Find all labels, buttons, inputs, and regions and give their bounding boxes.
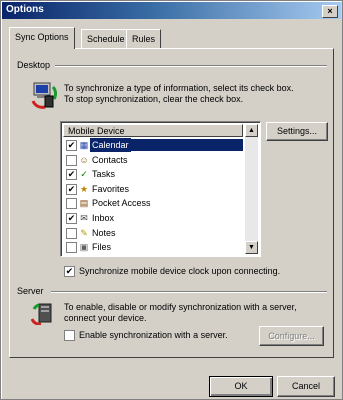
server-separator — [51, 291, 327, 293]
list-item-label: Calendar — [90, 138, 131, 152]
server-description-line2: connect your device. — [64, 313, 147, 323]
server-group-label: Server — [17, 286, 44, 296]
list-item-label: Contacts — [92, 154, 128, 165]
list-item-notes[interactable]: ✎ Notes — [63, 226, 244, 241]
list-item-contacts[interactable]: ☺ Contacts — [63, 153, 244, 168]
options-dialog: Options × Sync Options Schedule Rules De… — [0, 0, 343, 400]
desktop-separator — [55, 65, 327, 67]
list-item-label: Pocket Access — [92, 198, 151, 209]
contacts-icon: ☺ — [79, 154, 89, 165]
enable-server-sync-label[interactable]: Enable synchronization with a server. — [79, 330, 228, 340]
desktop-description-line1: To synchronize a type of information, se… — [64, 83, 294, 93]
list-item-calendar[interactable]: ✔ ▦ Calendar — [63, 138, 244, 153]
list-item-label: Favorites — [92, 183, 130, 194]
item-checkbox[interactable] — [66, 242, 77, 254]
sync-clock-label[interactable]: Synchronize mobile device clock upon con… — [79, 266, 280, 276]
server-sync-icon — [31, 303, 52, 325]
list-scrollbar[interactable]: ▲ ▼ — [245, 124, 258, 254]
item-checkbox[interactable]: ✔ — [66, 140, 77, 151]
tab-rules[interactable]: Rules — [126, 29, 162, 48]
pocket-access-icon: ▤ — [79, 198, 89, 209]
scroll-down-button[interactable]: ▼ — [245, 241, 258, 254]
item-checkbox[interactable]: ✔ — [66, 169, 77, 181]
list-item-label: Notes — [92, 227, 116, 238]
inbox-icon: ✉ — [80, 212, 88, 223]
list-item-favorites[interactable]: ✔ ★ Favorites — [63, 182, 244, 197]
item-checkbox[interactable] — [66, 227, 77, 239]
desktop-sync-icon — [31, 82, 57, 109]
list-item-label: Inbox — [92, 212, 115, 223]
item-checkbox[interactable] — [66, 154, 77, 166]
tab-sync-options[interactable]: Sync Options — [9, 27, 75, 49]
list-item-inbox[interactable]: ✔ ✉ Inbox — [63, 211, 244, 226]
list-item-label: Tasks — [92, 169, 116, 180]
cancel-button[interactable]: Cancel — [277, 376, 335, 397]
settings-button[interactable]: Settings... — [266, 122, 328, 141]
notes-icon: ✎ — [80, 227, 88, 238]
ok-button[interactable]: OK — [209, 376, 273, 397]
list-item-label: Files — [92, 242, 112, 253]
files-icon: ▣ — [79, 242, 89, 253]
configure-button[interactable]: Configure... — [259, 326, 324, 346]
list-column-header[interactable]: Mobile Device — [63, 124, 243, 137]
list-item-tasks[interactable]: ✔ ✓ Tasks — [63, 167, 244, 182]
calendar-icon: ▦ — [79, 140, 89, 150]
tab-schedule[interactable]: Schedule — [81, 29, 131, 48]
desktop-description-line2: To stop synchronization, clear the check… — [64, 94, 244, 104]
enable-server-sync-checkbox[interactable] — [64, 330, 75, 341]
close-button[interactable]: × — [322, 5, 338, 18]
item-checkbox[interactable]: ✔ — [66, 212, 77, 224]
title-bar[interactable]: Options × — [2, 2, 341, 19]
list-item-pocket-access[interactable]: ▤ Pocket Access — [63, 196, 244, 211]
item-checkbox[interactable] — [66, 198, 77, 210]
tasks-icon: ✓ — [80, 169, 88, 180]
list-rows: ✔ ▦ Calendar ☺ Contacts ✔ ✓ Tasks ✔ ★ Favorites ▤ Po… — [63, 138, 244, 255]
favorites-icon: ★ — [79, 183, 89, 194]
mobile-device-list[interactable]: Mobile Device ✔ ▦ Calendar ☺ Contacts ✔ ✓ Tasks… — [60, 121, 261, 257]
sync-clock-checkbox[interactable]: ✔ — [64, 266, 75, 277]
server-description-line1: To enable, disable or modify synchroniza… — [64, 302, 297, 312]
item-checkbox[interactable]: ✔ — [66, 183, 77, 195]
scroll-up-button[interactable]: ▲ — [245, 124, 258, 137]
window-title: Options — [6, 4, 44, 15]
desktop-group-label: Desktop — [17, 60, 51, 70]
list-item-files[interactable]: ▣ Files — [63, 240, 244, 255]
